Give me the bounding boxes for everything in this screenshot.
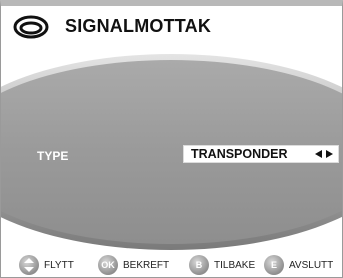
page-title: SIGNALMOTTAK	[65, 16, 212, 36]
move-hint: FLYTT	[19, 255, 74, 275]
left-right-arrows-icon[interactable]	[314, 149, 334, 159]
confirm-hint: OK BEKREFT	[98, 255, 169, 275]
signal-satellite-logo-icon	[13, 15, 49, 39]
exit-hint: E AVSLUTT	[264, 255, 333, 275]
b-button-icon: B	[189, 255, 209, 275]
back-hint: B TILBAKE	[189, 255, 255, 275]
type-label: TYPE	[37, 149, 69, 163]
type-selector[interactable]: TRANSPONDER	[183, 145, 339, 163]
footer-key-hints: FLYTT OK BEKREFT B TILBAKE E AVSLUTT	[1, 249, 342, 277]
back-label: TILBAKE	[214, 259, 256, 271]
receiver-menu-screen: SIGNALMOTTAK TYPE TRANSPONDER FLYTT OK B…	[0, 0, 343, 278]
type-value: TRANSPONDER	[191, 147, 288, 161]
up-down-arrows-icon	[19, 255, 39, 275]
menu-panel: TYPE TRANSPONDER	[1, 52, 342, 250]
exit-label: AVSLUTT	[289, 259, 334, 271]
header-bar: SIGNALMOTTAK	[1, 6, 342, 48]
move-label: FLYTT	[44, 259, 74, 271]
confirm-label: BEKREFT	[123, 259, 170, 271]
ok-button-icon: OK	[98, 255, 118, 275]
e-button-icon: E	[264, 255, 284, 275]
